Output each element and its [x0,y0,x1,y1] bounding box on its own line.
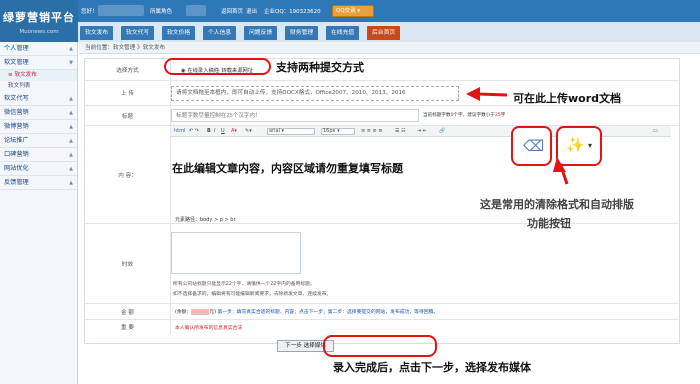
arrow-icon [466,87,569,185]
